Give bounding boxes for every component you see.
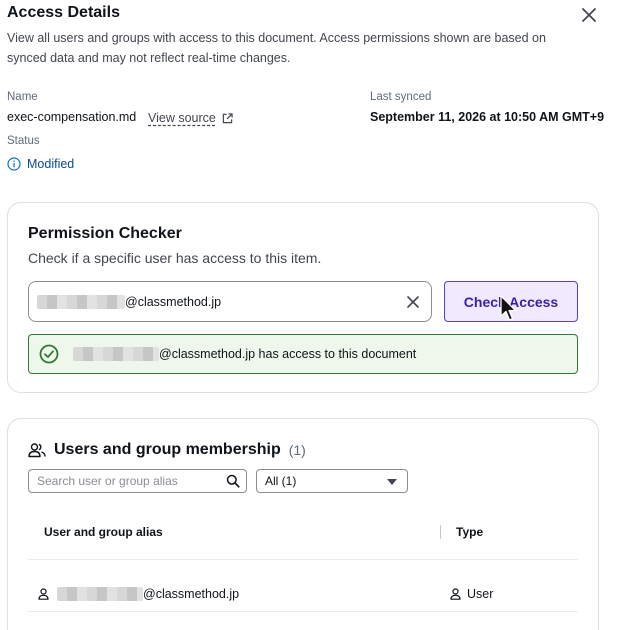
permission-checker-card: Permission Checker Check if a specific u… <box>7 202 599 393</box>
check-access-button[interactable]: Check Access <box>444 281 578 322</box>
type-filter-value: All (1) <box>265 474 297 488</box>
membership-title: Users and group membership <box>54 441 281 458</box>
name-label: Name <box>7 91 38 103</box>
column-divider[interactable] <box>440 525 441 539</box>
column-header-type[interactable]: Type <box>456 525 483 539</box>
table-divider <box>28 559 578 560</box>
search-icon[interactable] <box>226 474 240 488</box>
membership-header: Users and group membership (1) <box>28 441 306 459</box>
status-label: Status <box>7 135 40 147</box>
membership-card: Users and group membership (1) All (1) U… <box>7 418 599 630</box>
redacted-username <box>73 347 159 361</box>
permission-checker-subtitle: Check if a specific user has access to t… <box>28 250 322 266</box>
panel-description: View all users and groups with access to… <box>7 31 546 65</box>
alias-search-input[interactable] <box>37 474 217 488</box>
user-icon <box>38 588 49 600</box>
permission-checker-title: Permission Checker <box>28 225 182 242</box>
result-message: has access to this document <box>255 347 417 361</box>
type-filter-select[interactable]: All (1) <box>256 469 408 493</box>
alias-cell: @classmethod.jp <box>38 587 239 601</box>
status-value: Modified <box>27 157 75 171</box>
access-result-alert: @classmethod.jp has access to this docum… <box>28 334 578 374</box>
redacted-username <box>57 587 143 601</box>
users-icon <box>28 443 46 458</box>
name-value: exec-compensation.md <box>7 110 137 124</box>
panel-title: Access Details <box>7 4 120 21</box>
check-circle-icon <box>39 344 59 364</box>
status-indicator: Modified <box>7 157 74 171</box>
alias-domain-text: @classmethod.jp <box>143 587 240 601</box>
view-source-label: View source <box>148 111 216 125</box>
user-email-input[interactable]: @classmethod.jp <box>28 281 432 322</box>
email-domain-text: @classmethod.jp <box>125 294 222 309</box>
type-value: User <box>467 587 494 601</box>
caret-down-icon <box>387 479 397 485</box>
result-domain-text: @classmethod.jp <box>159 347 256 361</box>
close-button[interactable] <box>578 4 600 26</box>
external-link-icon <box>222 112 233 123</box>
last-synced-label: Last synced <box>370 91 432 103</box>
close-icon <box>582 8 596 22</box>
membership-count: (1) <box>288 442 306 458</box>
redacted-username <box>37 294 125 309</box>
column-header-alias[interactable]: User and group alias <box>44 525 163 539</box>
table-row: @classmethod.jp User <box>28 577 578 611</box>
last-synced-value: September 11, 2026 at 10:50 AM GMT+9 <box>370 110 605 124</box>
user-icon <box>450 588 461 600</box>
table-divider <box>28 611 578 612</box>
view-source-link[interactable]: View source <box>148 111 233 125</box>
type-cell: User <box>450 587 493 601</box>
clear-icon[interactable] <box>405 294 421 310</box>
info-icon <box>7 157 21 171</box>
alias-search[interactable] <box>28 469 247 493</box>
